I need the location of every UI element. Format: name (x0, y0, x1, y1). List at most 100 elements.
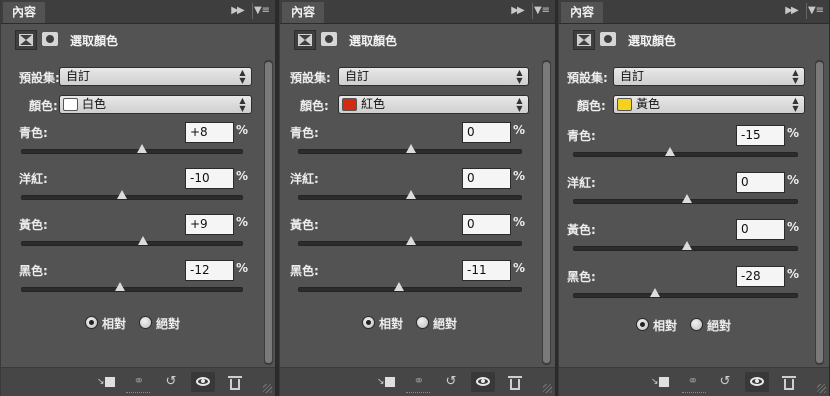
vertical-scrollbar[interactable] (542, 60, 551, 365)
slider-thumb[interactable] (681, 194, 692, 203)
double-chevron-right-icon[interactable]: ▶▶ (783, 3, 799, 19)
slider-track[interactable] (298, 282, 522, 292)
relative-radio[interactable] (362, 316, 375, 329)
view-previous-state-icon[interactable]: ⚭ (407, 372, 431, 392)
slider-track[interactable] (573, 288, 798, 298)
trash-icon[interactable] (223, 372, 247, 392)
preset-select[interactable]: 自訂 ▲ ▼ (338, 67, 529, 86)
slider-thumb[interactable] (406, 144, 416, 153)
relative-radio[interactable] (85, 316, 98, 329)
slider-thumb[interactable] (137, 236, 148, 245)
panel-footer: ↘ ⚭ ↺ (559, 367, 829, 396)
slider-thumb[interactable] (116, 190, 127, 199)
slider-value-input[interactable]: 0 (736, 219, 785, 240)
preset-label: 預設集: (290, 71, 331, 85)
eye-icon[interactable] (471, 372, 495, 392)
slider-track[interactable] (21, 282, 243, 292)
reset-icon[interactable]: ↺ (159, 372, 183, 392)
slider-track[interactable] (298, 236, 522, 246)
panel-drag-handle[interactable] (126, 392, 150, 395)
tab-properties[interactable]: 內容 (3, 2, 46, 23)
resize-grip-icon[interactable] (817, 384, 826, 393)
slider-value-input[interactable]: 0 (736, 172, 785, 193)
clip-to-layer-icon[interactable]: ↘ (649, 372, 673, 392)
slider-track[interactable] (298, 190, 522, 200)
double-chevron-right-icon[interactable]: ▶▶ (229, 3, 245, 19)
slider-track[interactable] (21, 236, 243, 246)
slider-track[interactable] (298, 144, 522, 154)
panel-drag-handle[interactable] (682, 392, 706, 395)
tab-properties[interactable]: 內容 (282, 2, 325, 23)
layer-mask-icon[interactable] (41, 30, 59, 50)
percent-sign: % (787, 126, 800, 140)
percent-sign: % (236, 169, 249, 183)
resize-grip-icon[interactable] (543, 384, 552, 393)
clip-to-layer-icon[interactable]: ↘ (95, 372, 119, 392)
slider-value-input[interactable]: 0 (462, 122, 511, 143)
slider-value-input[interactable]: -11 (462, 260, 511, 281)
percent-sign: % (236, 261, 249, 275)
reset-icon[interactable]: ↺ (713, 372, 737, 392)
preset-select[interactable]: 自訂 ▲ ▼ (613, 67, 805, 86)
preset-select[interactable]: 自訂 ▲ ▼ (59, 67, 252, 86)
properties-panel: 內容 ▶▶ ▼≡ 選取顏色 預設集: 自訂 ▲ ▼ 顏色: 白色 ▲ ▼ 青色: +8… (0, 0, 276, 396)
percent-sign: % (513, 261, 526, 275)
slider-value-input[interactable]: +9 (185, 214, 234, 235)
colors-select[interactable]: 白色 ▲ ▼ (59, 95, 252, 114)
slider-thumb[interactable] (114, 282, 125, 291)
selective-color-adjustment-icon[interactable] (15, 30, 37, 50)
slider-thumb[interactable] (406, 236, 416, 245)
colors-label: 顏色: (577, 99, 606, 113)
panel-menu-icon[interactable]: ▼≡ (532, 3, 551, 19)
slider-track[interactable] (21, 190, 243, 200)
slider-track[interactable] (573, 241, 798, 251)
slider-track[interactable] (573, 194, 798, 204)
slider-track[interactable] (21, 144, 243, 154)
panel-menu-icon[interactable]: ▼≡ (806, 3, 825, 19)
view-previous-state-icon[interactable]: ⚭ (681, 372, 705, 392)
adjustment-title: 選取顏色 (628, 34, 677, 48)
selective-color-adjustment-icon[interactable] (573, 30, 595, 50)
eye-icon[interactable] (745, 372, 769, 392)
slider-thumb[interactable] (650, 288, 660, 297)
slider-value-input[interactable]: 0 (462, 168, 511, 189)
slider-value-input[interactable]: 0 (462, 214, 511, 235)
colors-select[interactable]: 紅色 ▲ ▼ (338, 95, 529, 114)
preset-label: 預設集: (19, 71, 60, 85)
absolute-radio[interactable] (690, 318, 703, 331)
slider-thumb[interactable] (681, 241, 692, 250)
slider-thumb[interactable] (393, 282, 404, 291)
trash-icon[interactable] (503, 372, 527, 392)
layer-mask-icon[interactable] (320, 30, 338, 50)
resize-grip-icon[interactable] (263, 384, 272, 393)
slider-thumb[interactable] (136, 144, 147, 153)
absolute-radio[interactable] (139, 316, 152, 329)
tab-properties[interactable]: 內容 (561, 2, 604, 23)
slider-track[interactable] (573, 147, 798, 157)
slider-value-input[interactable]: -12 (185, 260, 234, 281)
vertical-scrollbar[interactable] (815, 60, 824, 365)
relative-label: 相對 (653, 319, 678, 333)
selective-color-adjustment-icon[interactable] (294, 30, 316, 50)
slider-value-input[interactable]: -10 (185, 168, 234, 189)
view-previous-state-icon[interactable]: ⚭ (127, 372, 151, 392)
properties-panel: 內容 ▶▶ ▼≡ 選取顏色 預設集: 自訂 ▲ ▼ 顏色: 黃色 ▲ ▼ 青色: -1… (558, 0, 830, 396)
slider-thumb[interactable] (664, 147, 675, 156)
vertical-scrollbar[interactable] (264, 60, 273, 365)
eye-icon[interactable] (191, 372, 215, 392)
slider-value-input[interactable]: +8 (185, 122, 234, 143)
slider-value-input[interactable]: -15 (736, 125, 785, 146)
reset-icon[interactable]: ↺ (439, 372, 463, 392)
adjustment-title: 選取顏色 (70, 34, 119, 48)
relative-radio[interactable] (636, 318, 649, 331)
panel-drag-handle[interactable] (405, 392, 430, 395)
slider-value-input[interactable]: -28 (736, 266, 785, 287)
absolute-radio[interactable] (416, 316, 429, 329)
slider-thumb[interactable] (406, 190, 416, 199)
trash-icon[interactable] (777, 372, 801, 392)
clip-to-layer-icon[interactable]: ↘ (375, 372, 399, 392)
layer-mask-icon[interactable] (599, 30, 617, 50)
colors-select[interactable]: 黃色 ▲ ▼ (613, 95, 805, 114)
panel-menu-icon[interactable]: ▼≡ (252, 3, 271, 19)
double-chevron-right-icon[interactable]: ▶▶ (509, 3, 525, 19)
